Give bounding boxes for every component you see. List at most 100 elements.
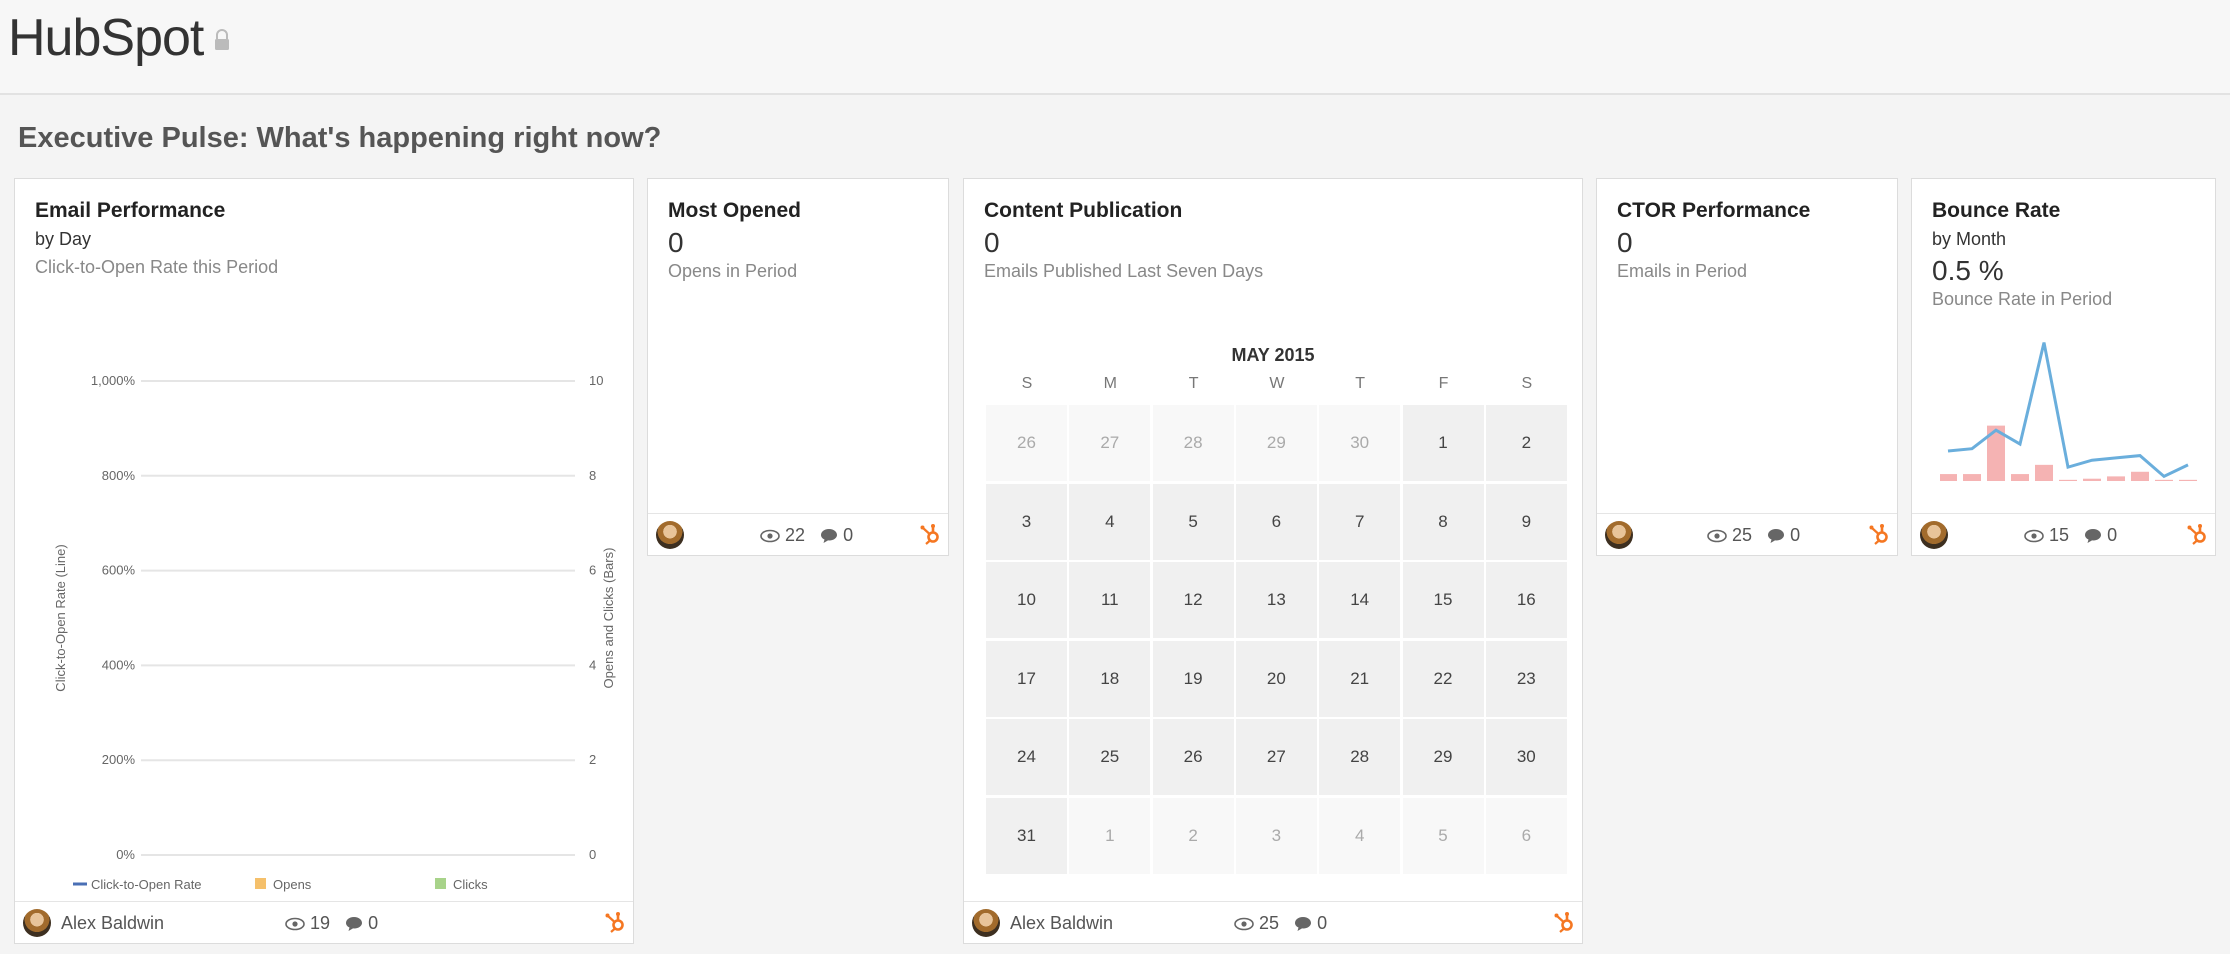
calendar-day[interactable]: 26	[986, 405, 1067, 481]
email-performance-chart: 0% 0 200% 2 400% 4 600% 6 800% 8 1,000% 10 Click-to-…	[53, 373, 616, 892]
view-count: 22	[785, 525, 806, 545]
calendar-day[interactable]: 11	[1069, 562, 1151, 638]
hubspot-sprocket-icon[interactable]	[1554, 911, 1576, 933]
calendar-day[interactable]: 4	[1319, 797, 1401, 874]
legend-swatch	[255, 878, 266, 889]
calendar-day[interactable]: 28	[1152, 405, 1234, 481]
calendar-weekday: S	[1021, 375, 1033, 392]
view-count: 25	[1259, 913, 1280, 933]
calendar-day[interactable]: 19	[1152, 640, 1234, 717]
calendar-day[interactable]: 2	[1152, 797, 1234, 874]
y2-tick-label: 4	[589, 657, 596, 672]
calendar-day[interactable]: 16	[1485, 562, 1567, 638]
author-name[interactable]: Alex Baldwin	[1010, 913, 1113, 934]
calendar-weekday: F	[1438, 375, 1449, 392]
card-metric: 0	[1617, 227, 1633, 258]
sparkline-bar	[1940, 474, 1957, 481]
calendar-day[interactable]: 27	[1069, 405, 1151, 481]
calendar-day[interactable]: 13	[1235, 562, 1317, 638]
calendar-day[interactable]: 29	[1235, 405, 1317, 481]
eye-icon	[2024, 529, 2044, 543]
calendar-day[interactable]: 6	[1485, 797, 1567, 874]
calendar-day[interactable]: 21	[1319, 640, 1401, 717]
comment-icon[interactable]	[820, 528, 838, 544]
card-metric: 0	[984, 227, 1000, 258]
calendar-day[interactable]: 28	[1319, 719, 1401, 795]
calendar-day[interactable]: 5	[1152, 483, 1234, 560]
calendar-day[interactable]: 30	[1319, 405, 1401, 481]
calendar-day[interactable]: 18	[1069, 640, 1151, 717]
sparkline-bar	[2179, 479, 2197, 481]
card-stats: 19 0	[285, 913, 378, 934]
view-count: 15	[2049, 525, 2070, 545]
lock-icon[interactable]	[213, 29, 231, 51]
comment-count: 0	[1317, 913, 1328, 933]
author-name[interactable]: Alex Baldwin	[61, 913, 164, 934]
sparkline-bar	[2131, 471, 2149, 481]
calendar-day[interactable]: 9	[1485, 483, 1567, 560]
eye-icon	[285, 917, 305, 931]
legend-item[interactable]: Opens	[273, 877, 312, 892]
most-opened-card: Most Opened 0 Opens in Period 22 0	[647, 178, 949, 556]
calendar-day[interactable]: 31	[986, 797, 1067, 874]
card-caption: Click-to-Open Rate this Period	[35, 257, 279, 277]
calendar-day[interactable]: 22	[1402, 640, 1484, 717]
calendar-day[interactable]: 5	[1402, 797, 1484, 874]
legend-item[interactable]: Clicks	[453, 877, 488, 892]
y2-axis-label: Opens and Clicks (Bars)	[601, 548, 616, 689]
view-count: 19	[310, 913, 331, 933]
avatar[interactable]	[1605, 521, 1633, 549]
calendar-month-label: MAY 2015	[1231, 345, 1315, 365]
calendar-day[interactable]: 1	[1402, 405, 1484, 481]
calendar-weekday: T	[1188, 375, 1199, 392]
card-caption: Emails in Period	[1617, 261, 1748, 281]
hubspot-sprocket-icon[interactable]	[1869, 523, 1891, 545]
comment-icon[interactable]	[1767, 528, 1785, 544]
calendar-day[interactable]: 14	[1319, 562, 1401, 638]
comment-icon[interactable]	[2084, 528, 2102, 544]
card-title: Most Opened	[668, 199, 802, 222]
calendar-day[interactable]: 30	[1485, 719, 1567, 795]
y-tick-label: 0%	[116, 847, 135, 862]
avatar[interactable]	[656, 521, 684, 549]
comment-icon[interactable]	[1294, 916, 1312, 932]
comment-icon[interactable]	[345, 916, 363, 932]
calendar-day[interactable]: 8	[1402, 483, 1484, 560]
hubspot-sprocket-icon[interactable]	[605, 911, 627, 933]
calendar-day[interactable]: 4	[1069, 483, 1151, 560]
email-performance-card: Email Performance by Day Click-to-Open R…	[14, 178, 634, 944]
calendar-day[interactable]: 6	[1235, 483, 1317, 560]
hubspot-sprocket-icon[interactable]	[2187, 523, 2209, 545]
calendar-day[interactable]: 27	[1235, 719, 1317, 795]
calendar-day[interactable]: 3	[986, 483, 1067, 560]
card-title: Content Publication	[984, 199, 1183, 222]
calendar-day[interactable]: 12	[1152, 562, 1234, 638]
eye-icon	[760, 529, 780, 543]
calendar-day[interactable]: 25	[1069, 719, 1151, 795]
hubspot-sprocket-icon[interactable]	[920, 523, 942, 545]
avatar[interactable]	[972, 909, 1000, 937]
calendar-day[interactable]: 10	[986, 562, 1067, 638]
ctor-performance-card: CTOR Performance 0 Emails in Period 25 0	[1596, 178, 1898, 556]
calendar-day[interactable]: 17	[986, 640, 1067, 717]
card-stats: 15 0	[2024, 525, 2117, 546]
calendar-day[interactable]: 2	[1485, 405, 1567, 481]
calendar-day[interactable]: 3	[1235, 797, 1317, 874]
calendar-day[interactable]: 1	[1069, 797, 1151, 874]
sparkline-bar	[2155, 479, 2173, 481]
calendar-day[interactable]: 23	[1485, 640, 1567, 717]
legend-swatch	[435, 878, 446, 889]
card-metric: 0	[668, 227, 684, 258]
legend-item[interactable]: Click-to-Open Rate	[91, 877, 202, 892]
card-stats: 25 0	[1707, 525, 1800, 546]
calendar-day[interactable]: 24	[986, 719, 1067, 795]
calendar-day[interactable]: 15	[1402, 562, 1484, 638]
card-stats: 22 0	[760, 525, 853, 546]
calendar-day[interactable]: 7	[1319, 483, 1401, 560]
calendar-day[interactable]: 29	[1402, 719, 1484, 795]
avatar[interactable]	[23, 909, 51, 937]
calendar-day[interactable]: 20	[1235, 640, 1317, 717]
top-bar: HubSpot	[0, 0, 2230, 95]
avatar[interactable]	[1920, 521, 1948, 549]
calendar-day[interactable]: 26	[1152, 719, 1234, 795]
